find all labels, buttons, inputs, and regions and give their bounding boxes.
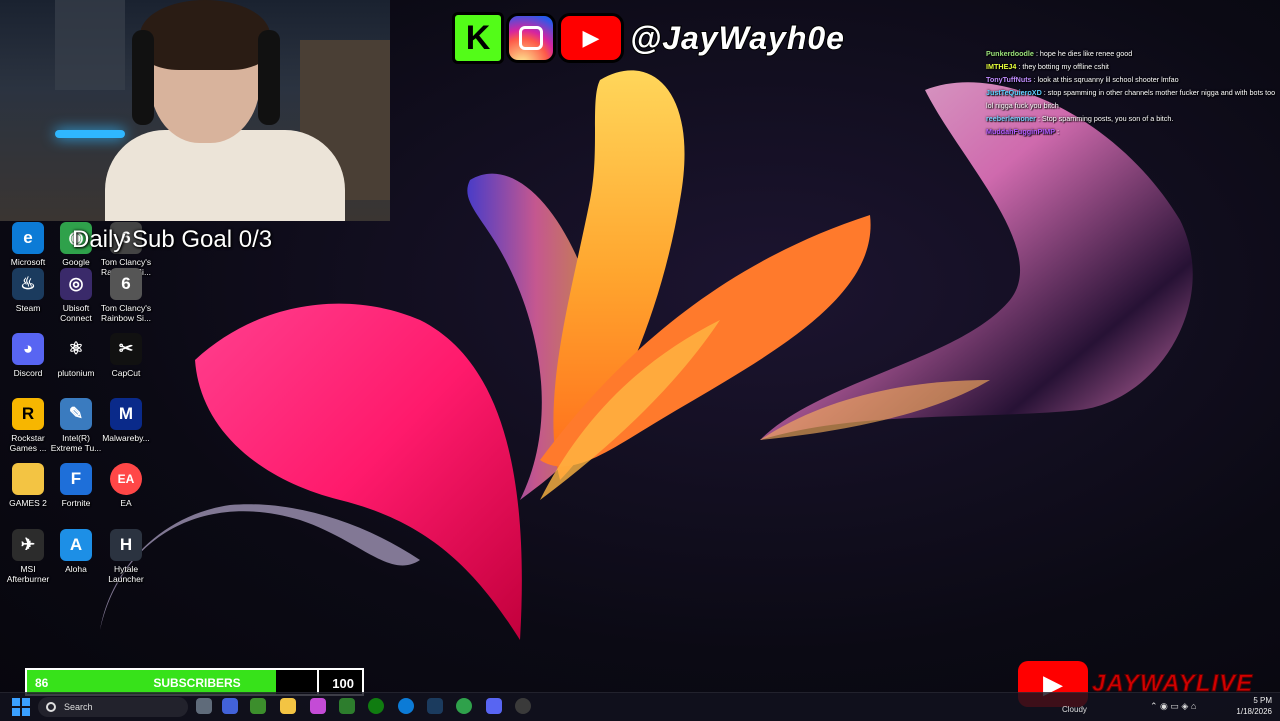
daily-sub-goal: Daily Sub Goal 0/3 (72, 226, 273, 253)
chat-username: IMTHEJ4 (986, 62, 1017, 71)
taskbar-search-box[interactable]: Search (38, 697, 188, 717)
chat-message: JustTeQuieroXD : stop spamming in other … (986, 86, 1278, 112)
desktop-icon-ea[interactable]: EA EA (98, 463, 154, 508)
xbox-game-bar-icon[interactable] (339, 698, 355, 714)
chat-text: : look at this sqruanny lil school shoot… (1033, 75, 1179, 84)
capcut-icon: ✂ (110, 333, 142, 365)
headphone-left (132, 30, 154, 125)
xbox-icon[interactable] (368, 698, 384, 714)
folder-icon (12, 463, 44, 495)
search-placeholder: Search (64, 702, 93, 712)
desktop-icon-label: Tom Clancy's Rainbow Si... (100, 303, 152, 323)
desktop-icon-ubisoft-connect[interactable]: ◎ Ubisoft Connect (48, 268, 104, 323)
intel-xtu-icon: ✎ (60, 398, 92, 430)
clock-time: 5 PM (1253, 696, 1272, 705)
desktop-icon-fortnite[interactable]: F Fortnite (48, 463, 104, 508)
kick-logo-icon: K (452, 12, 504, 64)
discord-icon: ◕ (12, 333, 44, 365)
steam-icon: ♨ (12, 268, 44, 300)
desktop-icon-plutonium[interactable]: ⚛ plutonium (48, 333, 104, 378)
ubisoft-icon: ◎ (60, 268, 92, 300)
task-view-icon[interactable] (196, 698, 212, 714)
webcam-led-light (55, 130, 125, 138)
chat-text: : (1057, 127, 1060, 136)
desktop-icon-label: Hytale Launcher (108, 564, 144, 584)
desktop-icon-intel-xtu[interactable]: ✎ Intel(R) Extreme Tu... (48, 398, 104, 453)
streamer-handle: @JayWayh0e (629, 19, 845, 57)
desktop-icon-malwarebytes[interactable]: M Malwareby... (98, 398, 154, 443)
system-tray[interactable]: ⌃ ◉ ▭ ◈ ⌂ (1150, 701, 1196, 712)
ea-icon: EA (110, 463, 142, 495)
weather-widget[interactable]: Cloudy (1062, 705, 1087, 714)
streamer-shirt (105, 130, 345, 221)
store-icon[interactable] (310, 698, 326, 714)
social-banner: K ▶ @JayWayh0e (452, 12, 845, 64)
desktop-icon-label: plutonium (57, 368, 95, 378)
teams-icon[interactable] (222, 698, 238, 714)
fortnite-icon: F (60, 463, 92, 495)
stream-chat: Punkerdoodle : hope he dies like renee g… (986, 47, 1278, 138)
rainbow-six-icon: 6 (110, 268, 142, 300)
webcam-feed (0, 0, 390, 221)
chat-username: Punkerdoodle (986, 49, 1034, 58)
desktop-icon-label: Fortnite (61, 498, 91, 508)
chat-username: JustTeQuieroXD (986, 88, 1042, 97)
desktop-icon-label: EA (120, 498, 132, 508)
subscriber-label: SUBSCRIBERS (153, 676, 241, 690)
edge-icon: e (12, 222, 44, 254)
minecraft-icon[interactable] (250, 698, 266, 714)
desktop-icon-label: CapCut (111, 368, 141, 378)
chat-message: Punkerdoodle : hope he dies like renee g… (986, 47, 1278, 60)
rockstar-icon: R (12, 398, 44, 430)
clock-date: 1/18/2026 (1236, 707, 1272, 716)
instagram-logo-icon (506, 13, 556, 63)
steam-taskbar-icon[interactable] (427, 698, 443, 714)
chat-message: reeberlemoner : Stop spamming posts, you… (986, 112, 1278, 125)
chat-username: reeberlemoner (986, 114, 1036, 123)
webcam-background-window (55, 0, 125, 90)
chrome-taskbar-icon[interactable] (456, 698, 472, 714)
youtube-logo-icon: ▶ (558, 13, 624, 63)
desktop-icon-hytale-launcher[interactable]: H Hytale Launcher (98, 529, 154, 584)
obs-taskbar-icon[interactable] (515, 698, 531, 714)
hytale-icon: H (110, 529, 142, 561)
desktop-icon-rainbow-six-2[interactable]: 6 Tom Clancy's Rainbow Si... (98, 268, 154, 323)
desktop-icon-label: Aloha (65, 564, 87, 574)
desktop-icon-label: Intel(R) Extreme Tu... (50, 433, 102, 453)
windows-start-button[interactable] (12, 698, 30, 716)
desktop-icon-capcut[interactable]: ✂ CapCut (98, 333, 154, 378)
chat-text: : hope he dies like renee good (1035, 49, 1133, 58)
desktop-icon-label: Malwareby... (102, 433, 150, 443)
subscriber-target-count: 100 (332, 676, 354, 691)
search-icon (46, 702, 56, 712)
chat-username: MuddahFugginPIMP (986, 127, 1056, 136)
chat-username: TonyTuffNuts (986, 75, 1032, 84)
aloha-icon: A (60, 529, 92, 561)
chat-text: : Stop spamming posts, you son of a bitc… (1037, 114, 1174, 123)
chat-message: TonyTuffNuts : look at this sqruanny lil… (986, 73, 1278, 86)
taskbar-clock[interactable]: 5 PM 1/18/2026 (1226, 695, 1272, 717)
taskbar: Search Cloudy ⌃ ◉ ▭ ◈ ⌂ 5 PM 1/18/2026 (0, 692, 1280, 721)
desktop-icon-label: Ubisoft Connect (60, 303, 92, 323)
file-explorer-icon[interactable] (280, 698, 296, 714)
desktop-icon-aloha[interactable]: A Aloha (48, 529, 104, 574)
plutonium-icon: ⚛ (68, 339, 84, 358)
chat-message: IMTHEJ4 : they botting my offline cshit (986, 60, 1278, 73)
discord-taskbar-icon[interactable] (486, 698, 502, 714)
streamer-hair (140, 0, 270, 70)
edge-taskbar-icon[interactable] (398, 698, 414, 714)
malwarebytes-icon: M (110, 398, 142, 430)
msi-afterburner-icon: ✈ (12, 529, 44, 561)
chat-message: MuddahFugginPIMP : (986, 125, 1278, 138)
headphone-right (258, 30, 280, 125)
chat-text: : they botting my offline cshit (1018, 62, 1109, 71)
